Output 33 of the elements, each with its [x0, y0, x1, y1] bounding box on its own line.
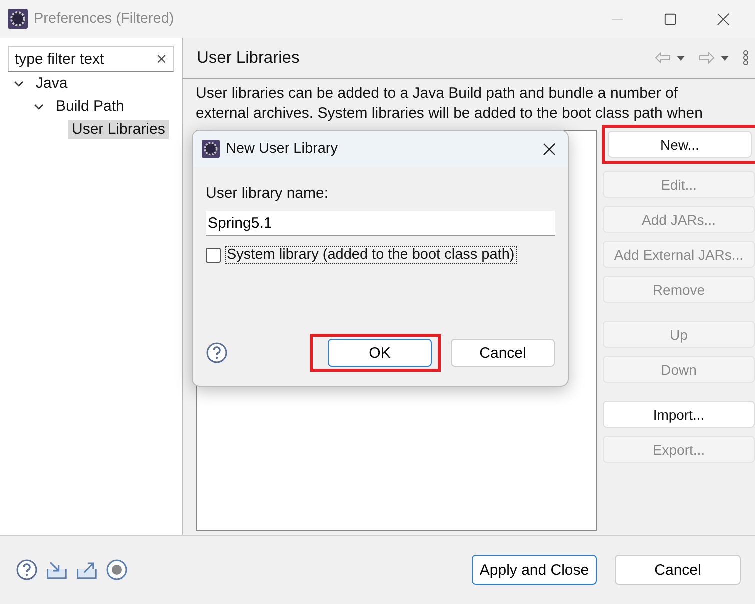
dropdown-icon[interactable] [721, 56, 729, 60]
name-field[interactable]: Spring5.1 [206, 211, 555, 236]
clear-button[interactable]: × [156, 48, 167, 70]
close-icon[interactable] [717, 12, 730, 26]
import-icon[interactable] [46, 559, 68, 581]
dialog-button[interactable]: OK [328, 339, 432, 367]
dialog-title: New User Library [226, 141, 338, 157]
side-button[interactable]: Import... [603, 401, 755, 428]
tree-item[interactable]: Build Path [52, 97, 128, 116]
filter-field[interactable]: type filter text × [8, 46, 174, 72]
checkbox-label[interactable]: System library (added to the boot class path) [225, 246, 517, 264]
chevron-icon[interactable] [34, 102, 44, 112]
page-title: User Libraries [197, 48, 300, 68]
record-icon[interactable] [106, 559, 128, 581]
description-text: User libraries can be added to a Java Build path and bundle a number of external archives. System libraries will be added to the boot class path when [196, 84, 704, 124]
footer-button[interactable]: Apply and Close [472, 555, 597, 585]
help-icon[interactable] [16, 559, 38, 581]
more-icon[interactable] [743, 50, 749, 66]
footer-button[interactable]: Cancel [615, 555, 741, 585]
tree-item[interactable]: User Libraries [68, 120, 170, 139]
window-title: Preferences (Filtered) [34, 11, 174, 27]
side-button[interactable]: New... [608, 131, 752, 158]
field-label: User library name: [206, 185, 330, 202]
dialog-button[interactable]: Cancel [451, 339, 555, 367]
help-icon[interactable] [206, 342, 228, 364]
tree-item[interactable]: Java [32, 74, 72, 93]
app-icon [8, 9, 28, 29]
checkbox[interactable] [206, 248, 221, 262]
app-icon [202, 140, 220, 158]
dropdown-icon[interactable] [677, 56, 685, 60]
maximize-icon[interactable] [664, 12, 677, 26]
chevron-icon[interactable] [14, 78, 24, 88]
close-icon[interactable] [543, 142, 556, 156]
